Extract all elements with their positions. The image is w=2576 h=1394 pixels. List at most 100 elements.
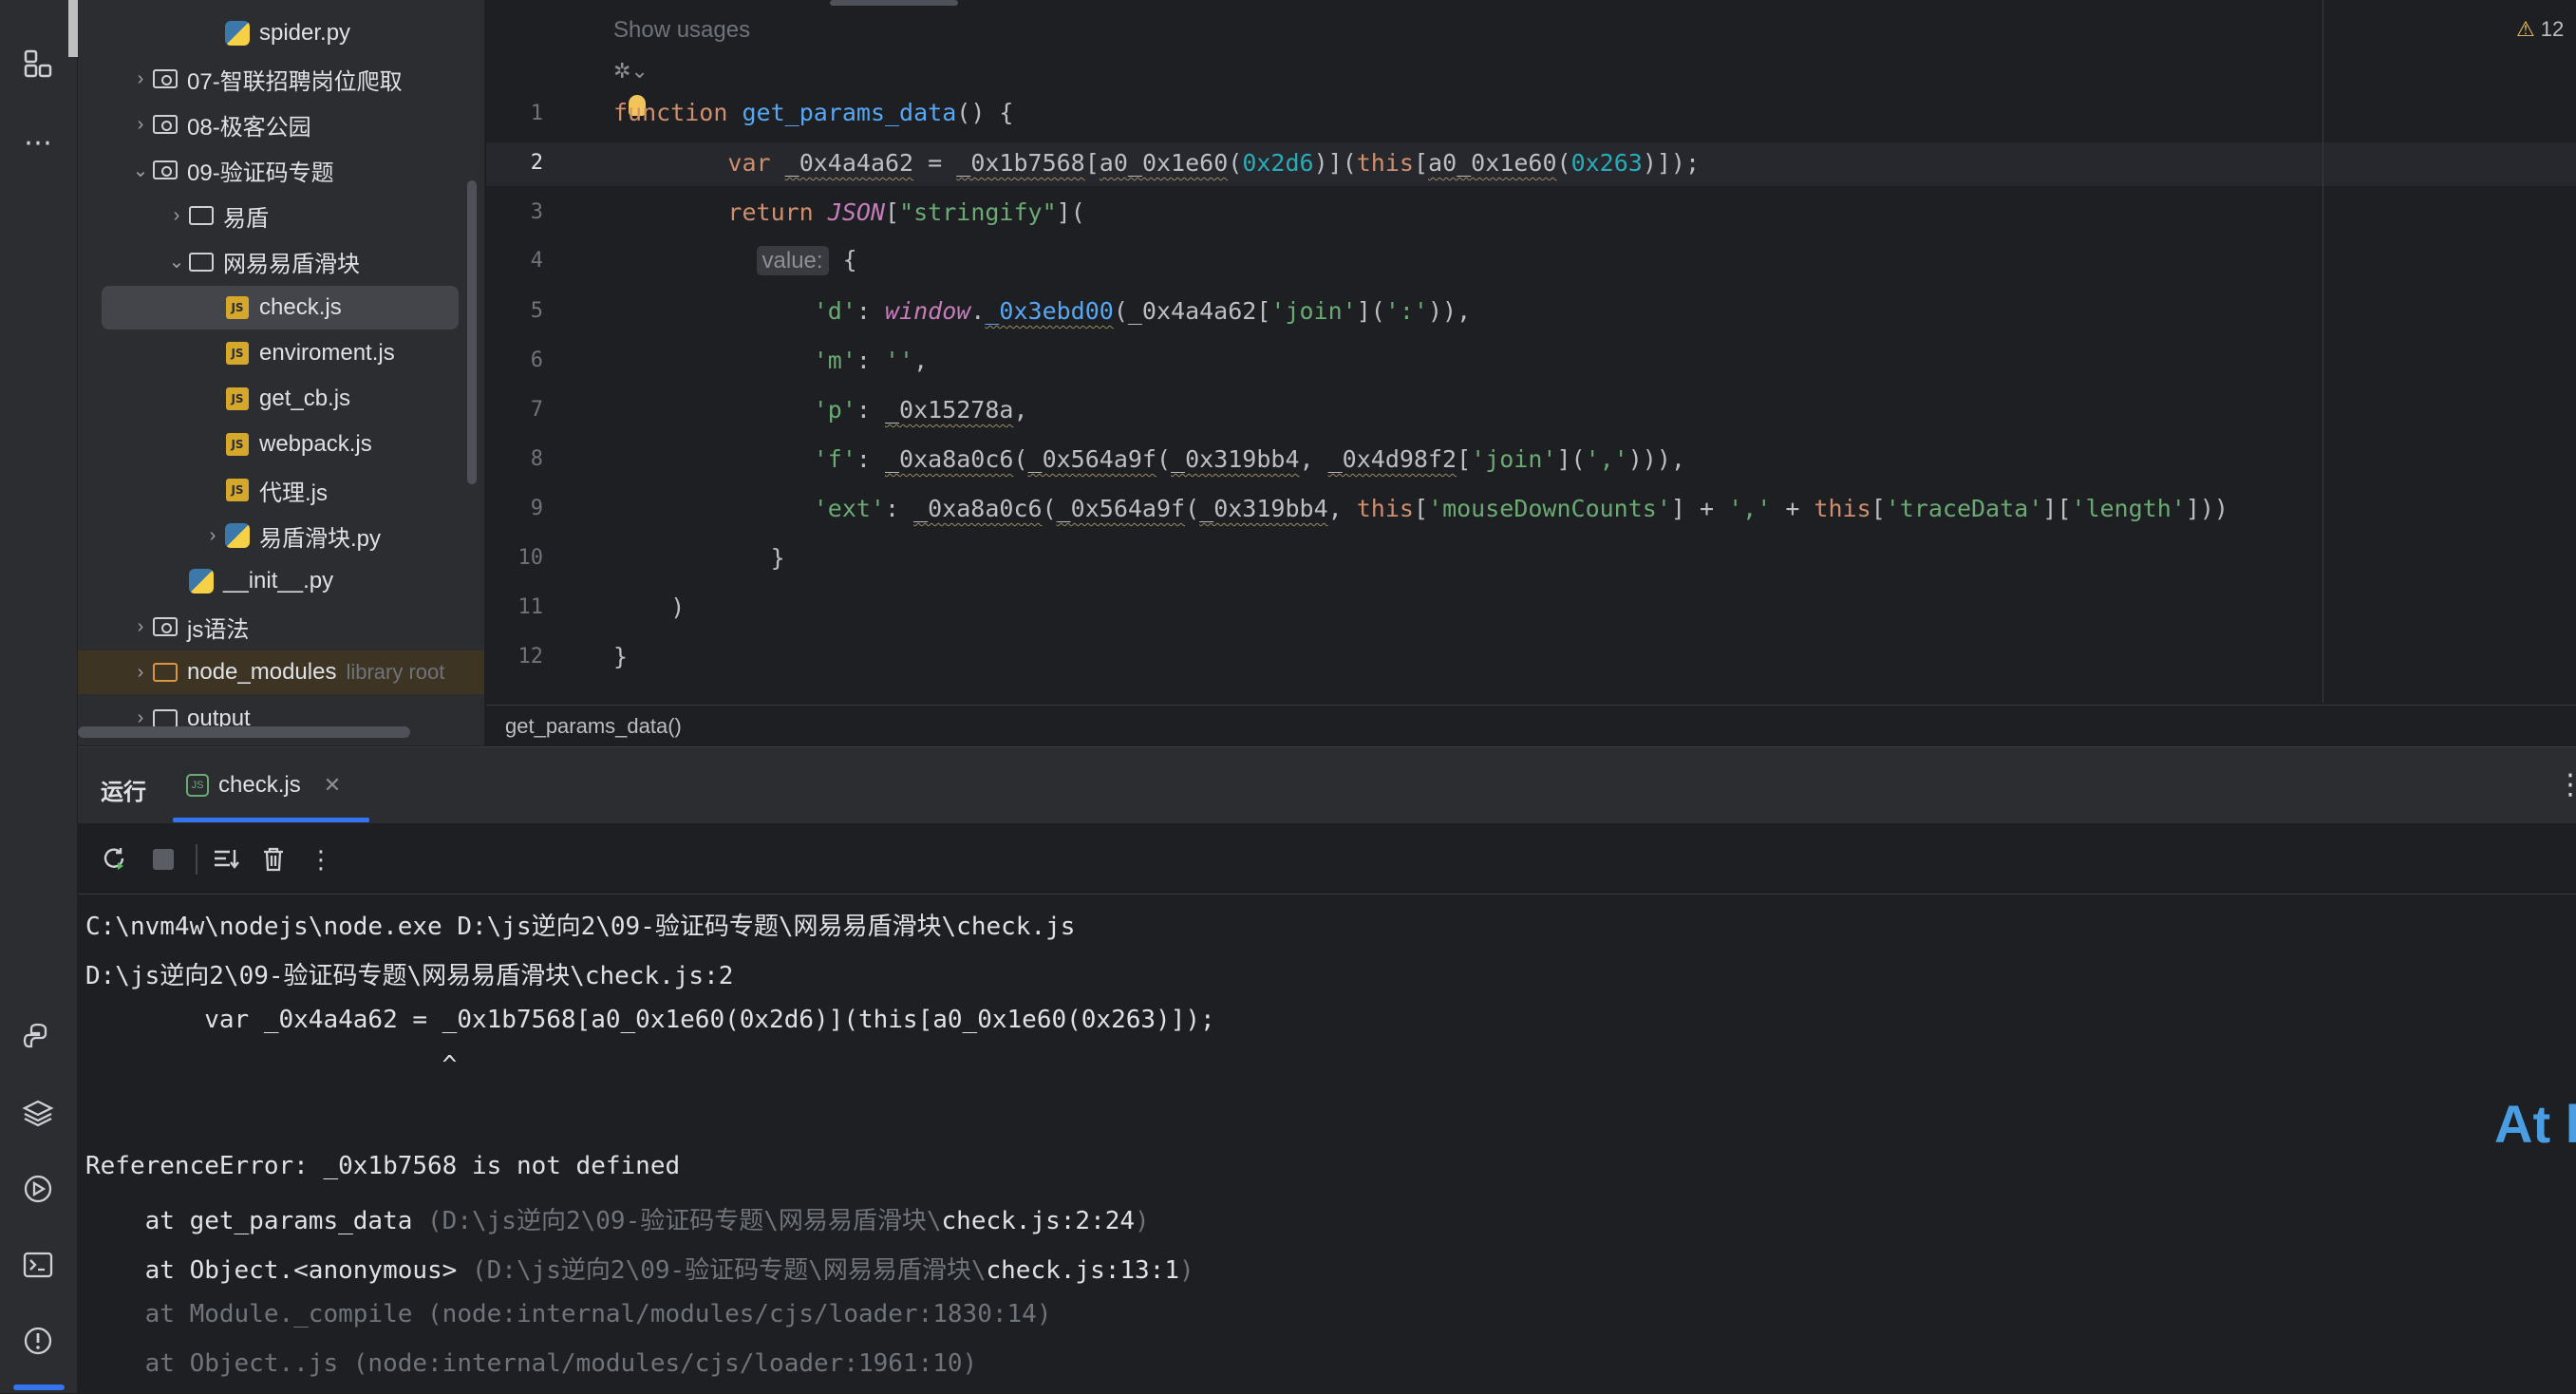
code-line-12: } [613, 643, 629, 670]
tree-item-label: js语法 [187, 616, 250, 643]
tree-item-label: get_cb.js [259, 385, 351, 411]
run-toolbar: ⋮ [78, 823, 2576, 895]
tree-item[interactable]: › 易盾滑块.py [78, 514, 484, 557]
tree-item[interactable]: › js语法 [78, 605, 484, 649]
code-line-11: ) [613, 593, 686, 621]
stack-frame-2-link[interactable]: check.js:13:1 [987, 1256, 1180, 1285]
problems-icon[interactable] [17, 1320, 59, 1362]
tree-item[interactable]: ⌄ 网易易盾滑块 [78, 240, 484, 284]
project-structure-icon[interactable] [17, 43, 59, 85]
expand-chevron-icon[interactable]: ⌄ [130, 159, 151, 182]
warning-indicator[interactable]: ⚠ 12 [2516, 17, 2564, 42]
code-line-9: 'ext': _0xa8a0c6(_0x564a9f(_0x319bb4, th… [813, 495, 2228, 522]
warning-icon: ⚠ [2516, 17, 2535, 41]
tree-item[interactable]: JS check.js [102, 285, 459, 330]
stack-frame-1-path: (D:\js逆向2\09-验证码专题\网易易盾滑块\ [427, 1207, 942, 1235]
tree-item[interactable]: › 07-智联招聘岗位爬取 [78, 57, 484, 101]
clear-all-icon[interactable] [254, 840, 292, 878]
line-number-gutter: 1 2 3 4 5 6 7 8 9 10 11 12 [486, 0, 608, 703]
show-usages-hint[interactable]: Show usages [613, 17, 750, 44]
activity-bar: ⋯ [0, 0, 159, 1393]
tree-item-label: webpack.js [259, 430, 372, 457]
stack-frame-1-link[interactable]: check.js:2:24 [942, 1207, 1136, 1235]
line-number[interactable]: 3 [486, 200, 543, 224]
tree-item[interactable]: JS 代理.js [78, 468, 484, 512]
tree-item[interactable]: __init__.py [78, 559, 484, 603]
more-actions-icon[interactable]: ⋮ [302, 840, 340, 878]
layers-icon[interactable] [17, 1092, 59, 1134]
run-tab-bar: 运行 JS check.js ✕ ⋮ [78, 747, 2576, 823]
output-line-3: var _0x4a4a62 = _0x1b7568[a0_0x1e60(0x2d… [85, 1006, 1215, 1034]
python-console-icon[interactable] [17, 1016, 59, 1058]
code-line-1: function get_params_data() { [613, 99, 1014, 126]
expand-chevron-icon[interactable]: › [130, 616, 151, 638]
rerun-icon[interactable] [95, 840, 133, 878]
line-number[interactable]: 4 [486, 249, 543, 273]
value-inlay-hint: value: [756, 246, 829, 275]
stack-frame-1-fn: at get_params_data [85, 1207, 428, 1235]
tree-item[interactable]: › 易盾 [78, 194, 484, 237]
line-number[interactable]: 10 [486, 546, 544, 570]
javascript-file-icon: JS [223, 476, 252, 504]
tree-item[interactable]: JS enviroment.js [78, 331, 484, 375]
code-editor[interactable]: 1 2 3 4 5 6 7 8 9 10 11 12 Show usages ✲⌄ ⚠ 12 func… [486, 0, 2576, 703]
tree-item-label: __init__.py [223, 568, 334, 594]
expand-chevron-icon[interactable]: › [130, 114, 151, 136]
code-line-4: value: { [613, 246, 857, 275]
expand-chevron-icon[interactable]: › [130, 68, 151, 90]
tree-item[interactable]: JS get_cb.js [78, 377, 484, 421]
tree-horizontal-scrollbar[interactable] [78, 726, 410, 738]
expand-chevron-icon[interactable]: ⌄ [166, 250, 187, 273]
line-number[interactable]: 11 [486, 595, 544, 619]
output-line-4: ^ [85, 1051, 458, 1080]
stack-frame-2-fn: at Object.<anonymous> [85, 1256, 472, 1285]
toolbar-separator [196, 844, 197, 875]
more-tools-icon[interactable]: ⋯ [17, 122, 59, 163]
expand-chevron-icon[interactable]: › [130, 662, 151, 684]
tree-item[interactable]: ⌄ 09-验证码专题 [78, 148, 484, 192]
tree-item[interactable]: › node_modules library root [78, 650, 484, 695]
services-run-icon[interactable] [17, 1168, 59, 1210]
tree-item[interactable]: spider.py [78, 11, 484, 55]
tree-item[interactable]: JS webpack.js [78, 423, 484, 466]
expand-chevron-icon[interactable]: › [166, 205, 187, 227]
active-tool-indicator [13, 1385, 65, 1390]
tree-item-label: 网易易盾滑块 [223, 252, 360, 277]
module-folder-icon [151, 156, 179, 184]
scroll-to-end-icon[interactable] [207, 840, 245, 878]
line-number[interactable]: 9 [486, 497, 543, 520]
breadcrumb-function[interactable]: get_params_data() [505, 714, 682, 739]
right-margin-guide [2322, 0, 2323, 703]
line-number[interactable]: 2 [486, 151, 543, 175]
stop-icon[interactable] [144, 840, 182, 878]
line-number[interactable]: 6 [486, 348, 543, 372]
tree-vertical-scrollbar[interactable] [467, 180, 477, 484]
code-line-3: return JSON["stringify"]( [727, 198, 1085, 226]
line-number[interactable]: 8 [486, 447, 543, 471]
library-root-label: library root [346, 660, 445, 685]
javascript-file-icon: JS [223, 293, 252, 322]
editor-top-scrollbar[interactable] [830, 0, 958, 6]
tree-item-label: 08-极客公园 [187, 114, 311, 141]
error-message: ReferenceError: _0x1b7568 is not defined [85, 1152, 681, 1180]
project-tree: spider.py › 07-智联招聘岗位爬取 › 08-极客公园 ⌄ 09-验证码专题 › 易… [78, 0, 484, 745]
ai-assist-icon[interactable]: ✲⌄ [613, 59, 649, 84]
run-tab-check-js[interactable]: JS check.js ✕ [171, 757, 356, 814]
panel-options-icon[interactable]: ⋮ [2556, 768, 2576, 801]
module-folder-icon [151, 110, 179, 139]
expand-chevron-icon[interactable]: › [202, 525, 223, 547]
line-number[interactable]: 12 [486, 645, 544, 669]
line-number[interactable]: 7 [486, 398, 543, 422]
tree-item[interactable]: › 08-极客公园 [78, 103, 484, 146]
code-line-10: } [613, 544, 785, 572]
terminal-icon[interactable] [17, 1244, 59, 1286]
editor-breadcrumb[interactable]: get_params_data() [486, 705, 2576, 747]
line-number[interactable]: 1 [486, 102, 543, 125]
console-output[interactable]: C:\nvm4w\nodejs\node.exe D:\js逆向2\09-验证码… [78, 894, 2576, 1394]
close-tab-icon[interactable]: ✕ [324, 773, 341, 798]
library-folder-icon [151, 658, 179, 687]
line-number[interactable]: 5 [486, 299, 543, 323]
stack-frame-1-close: ) [1135, 1207, 1150, 1235]
code-line-5: 'd': window._0x3ebd00(_0x4a4a62['join'](… [813, 297, 1472, 325]
tree-item-label: 代理.js [259, 480, 328, 506]
